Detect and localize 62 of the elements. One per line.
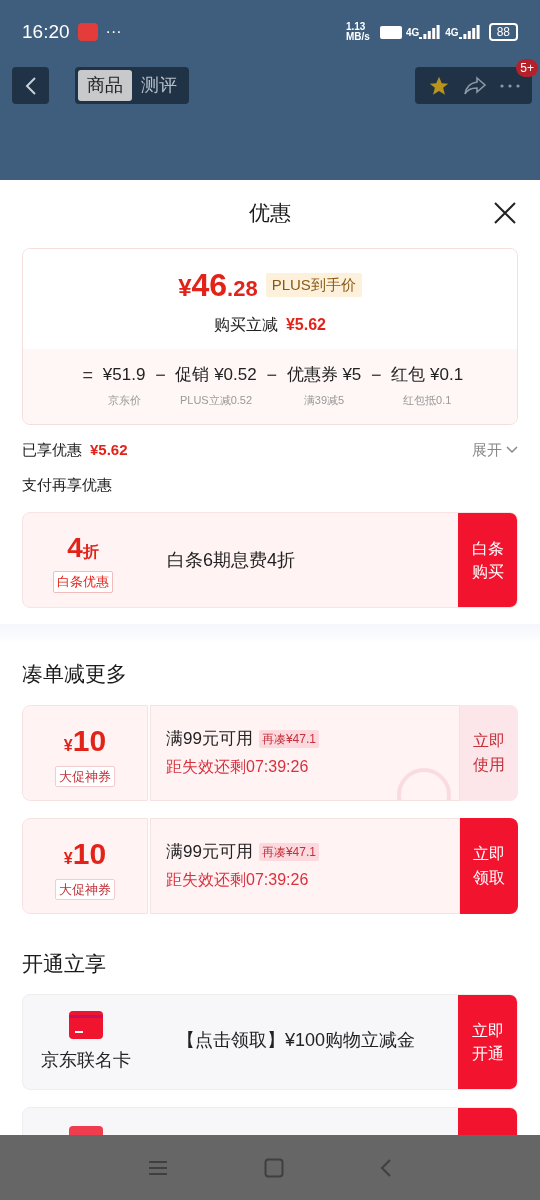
coupon-tag: 大促神券 [55, 765, 115, 788]
operator-sign: = [81, 364, 95, 387]
breakdown-amount: ¥51.9 [102, 364, 146, 386]
coupon-action-button[interactable]: 立即使用 [460, 704, 518, 801]
network-type: 4G [405, 25, 420, 40]
credit-card-icon [69, 1010, 103, 1039]
operator-sign: − [154, 364, 167, 387]
notification-badge: 5+ [516, 59, 538, 77]
breakdown-amount: 红包 ¥0.1 [391, 364, 464, 386]
page-tab[interactable]: 测评 [132, 70, 186, 101]
breakdown-note: 满39减5 [303, 392, 345, 408]
coupon-condition: 满99元可用 [166, 728, 253, 751]
page-tab[interactable]: 商品 [78, 70, 132, 101]
enjoyed-amount: ¥5.62 [90, 440, 128, 460]
close-button[interactable] [492, 200, 518, 226]
section-title: 开通立享 [22, 950, 107, 977]
status-time: 16:20 [22, 20, 70, 44]
coupon-amount: ¥10 [63, 835, 107, 872]
back-button[interactable] [12, 67, 49, 104]
expand-toggle[interactable]: 展开 [472, 439, 518, 462]
battery-indicator: 88 [488, 23, 518, 42]
coupon-condition: 满99元可用 [166, 841, 253, 864]
back-icon [24, 75, 37, 96]
operator-sign: − [370, 364, 383, 387]
reduction-label: 购买立减 [213, 315, 278, 335]
breakdown-amount: 促销 ¥0.52 [175, 364, 257, 386]
section-title: 凑单减更多 [22, 661, 128, 687]
coupon-tag: 大促神券 [55, 878, 115, 901]
coupon-action-button[interactable]: 立即领取 [460, 817, 518, 914]
coupon-countdown: 距失效还剩07:39:26 [166, 869, 310, 890]
enjoyed-label: 已享优惠 [22, 440, 82, 460]
network-speed: 1.13 MB/s [345, 22, 371, 43]
signal-icon [419, 24, 442, 39]
discount-tag: 白条优惠 [53, 571, 113, 593]
section-subtitle: 支付再享优惠 [22, 474, 113, 495]
coupon-gap-tag: 再凑¥47.1 [258, 730, 319, 748]
operator-sign: − [265, 364, 278, 387]
app-notification-icon [77, 23, 98, 42]
signal-icon [458, 24, 481, 39]
open-now-button[interactable]: 立即开通 [458, 995, 517, 1089]
reduction-amount: ¥5.62 [285, 315, 326, 335]
network-type: 4G [445, 25, 459, 40]
breakdown-note: PLUS立减0.52 [179, 392, 253, 408]
breakdown-amount: 优惠券 ¥5 [286, 364, 362, 386]
breakdown-note: 京东价 [107, 392, 141, 408]
chevron-icon [506, 446, 518, 455]
more-icon[interactable] [499, 83, 520, 88]
final-price: ¥46.28 [178, 266, 258, 305]
discount-value: 4折 [67, 531, 99, 566]
offer-text: 白条6期息费4折 [167, 548, 296, 572]
status-more: ··· [105, 22, 122, 43]
baitiao-buy-button[interactable]: 白条购买 [458, 513, 517, 607]
card-name: 京东联名卡 [41, 1048, 131, 1072]
coupon-amount: ¥10 [63, 722, 107, 759]
share-icon[interactable] [462, 75, 487, 96]
close-icon [493, 201, 517, 225]
coupon-countdown: 距失效还剩07:39:26 [166, 756, 310, 777]
coupon-gap-tag: 再凑¥47.1 [258, 843, 319, 861]
offer-text: 【点击领取】¥100购物立减金 [177, 1028, 416, 1052]
breakdown-note: 红包抵0.1 [403, 392, 452, 408]
plus-price-tag: PLUS到手价 [265, 272, 362, 298]
sheet-title: 优惠 [249, 200, 291, 227]
